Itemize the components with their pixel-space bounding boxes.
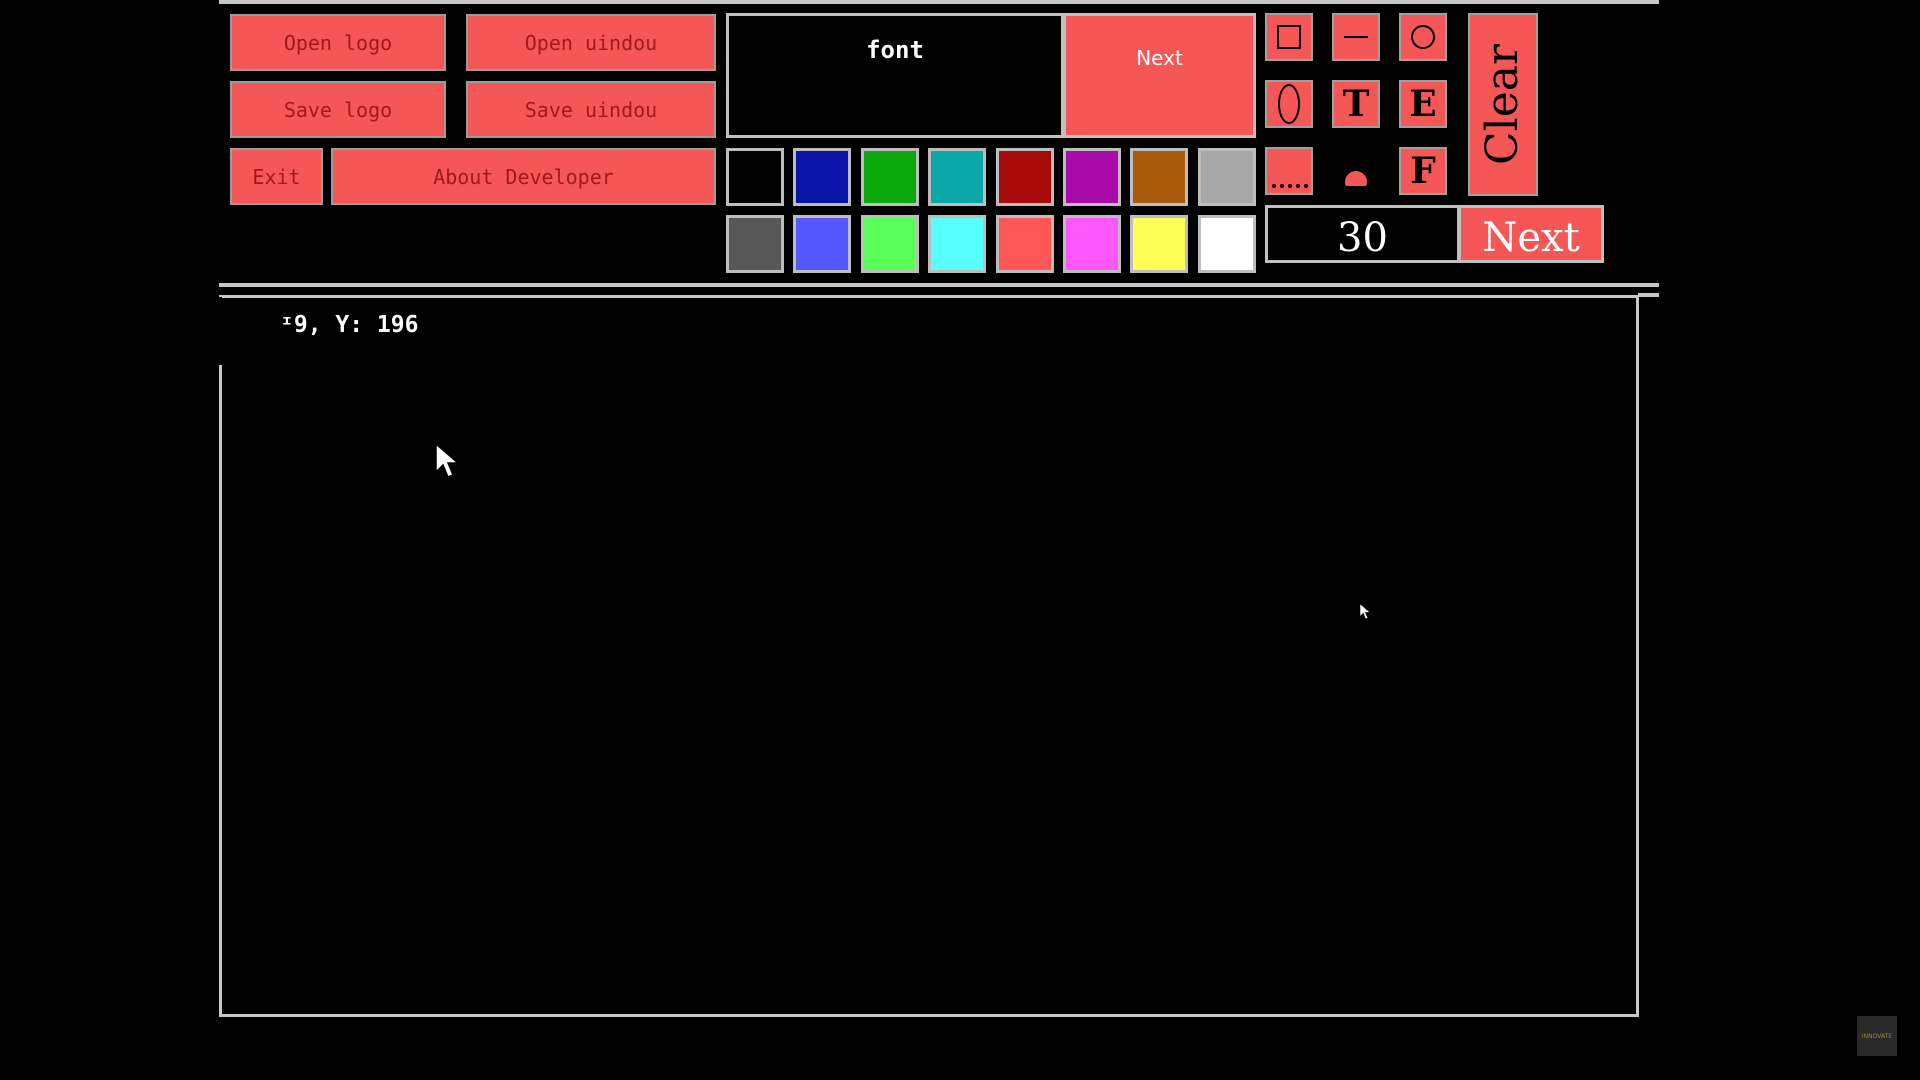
color-swatch-blue[interactable]: [793, 148, 851, 206]
color-swatch-yellow[interactable]: [1130, 215, 1188, 273]
color-swatch-light-green[interactable]: [861, 215, 919, 273]
toolbar-separator: [219, 283, 1659, 287]
small-cursor-icon: [1359, 602, 1372, 620]
channel-watermark-logo: INNOVATE: [1857, 1016, 1897, 1056]
top-border: [219, 0, 1659, 4]
canvas-left-gap: [216, 297, 222, 365]
about-developer-button[interactable]: About Developer: [331, 148, 716, 205]
open-window-button[interactable]: Open uindou: [466, 14, 716, 71]
color-swatch-black[interactable]: [726, 148, 784, 206]
ellipse-icon: [1278, 84, 1300, 124]
fill-tool-letter: F: [1410, 150, 1436, 192]
brush-tool-button[interactable]: [1332, 147, 1380, 195]
eraser-tool-letter: E: [1409, 83, 1437, 125]
circle-tool-button[interactable]: [1399, 13, 1447, 61]
color-swatch-light-magenta[interactable]: [1063, 215, 1121, 273]
color-swatch-dark-gray[interactable]: [726, 215, 784, 273]
dotted-line-tool-button[interactable]: [1265, 147, 1313, 195]
line-icon: [1344, 36, 1368, 38]
clear-button[interactable]: Clear: [1468, 13, 1538, 196]
color-swatch-red[interactable]: [996, 148, 1054, 206]
color-swatch-light-gray[interactable]: [1198, 148, 1256, 206]
dotted-line-icon: [1272, 184, 1308, 188]
color-swatch-brown[interactable]: [1130, 148, 1188, 206]
mouse-cursor-icon: [435, 442, 461, 478]
color-swatch-cyan[interactable]: [928, 148, 986, 206]
open-logo-button[interactable]: Open logo: [230, 14, 446, 71]
exit-button[interactable]: Exit: [230, 148, 323, 205]
text-tool-letter: T: [1342, 83, 1370, 125]
rectangle-tool-button[interactable]: [1265, 13, 1313, 61]
size-value: 30: [1337, 215, 1388, 261]
drawing-canvas[interactable]: [219, 295, 1639, 1017]
text-tool-button[interactable]: T: [1332, 80, 1380, 128]
font-next-button[interactable]: Next: [1063, 13, 1256, 138]
line-tool-button[interactable]: [1332, 13, 1380, 61]
circle-icon: [1411, 25, 1435, 49]
save-window-button[interactable]: Save uindou: [466, 81, 716, 138]
rectangle-icon: [1277, 25, 1301, 49]
save-logo-button[interactable]: Save logo: [230, 81, 446, 138]
font-next-label: Next: [1136, 46, 1183, 70]
color-swatch-light-cyan[interactable]: [928, 215, 986, 273]
size-next-label: Next: [1482, 215, 1580, 261]
ellipse-tool-button[interactable]: [1265, 80, 1313, 128]
size-value-box: 30: [1265, 205, 1460, 263]
dot-brush-icon: [1345, 171, 1367, 186]
color-swatch-light-red[interactable]: [996, 215, 1054, 273]
color-swatch-green[interactable]: [861, 148, 919, 206]
font-label: font: [866, 36, 924, 64]
color-swatch-light-blue[interactable]: [793, 215, 851, 273]
fill-tool-button[interactable]: F: [1399, 147, 1447, 195]
font-preview-box: font: [726, 13, 1064, 138]
size-next-button[interactable]: Next: [1458, 205, 1604, 263]
clear-label: Clear: [1477, 43, 1529, 166]
eraser-tool-button[interactable]: E: [1399, 80, 1447, 128]
cursor-coordinates: ᶦ9, Y: 196: [280, 312, 419, 338]
color-swatch-white[interactable]: [1198, 215, 1256, 273]
canvas-top-right-edge: [1638, 293, 1659, 297]
color-swatch-magenta[interactable]: [1063, 148, 1121, 206]
